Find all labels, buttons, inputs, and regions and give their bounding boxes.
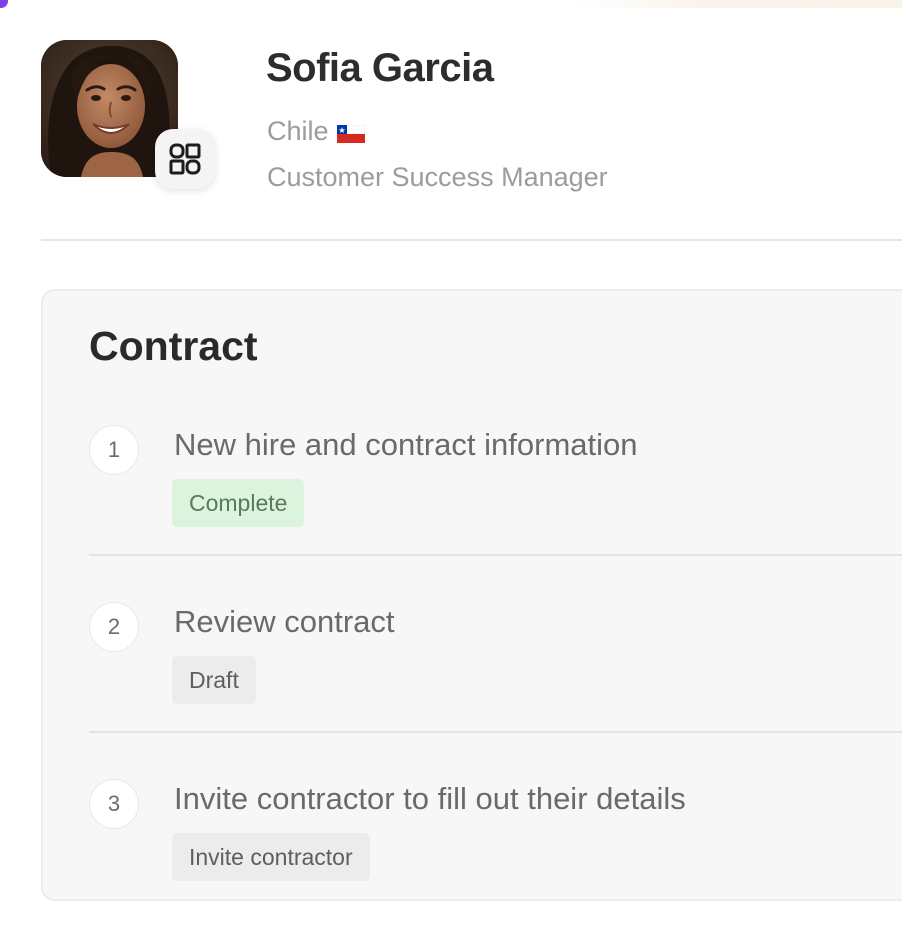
profile-job-title: Customer Success Manager [267,162,608,192]
step-divider [89,554,902,556]
step-title[interactable]: Review contract [174,604,395,640]
contract-card: Contract 1 New hire and contract informa… [41,289,902,901]
page: Sofia Garcia Chile Customer Success Mana… [0,0,902,942]
country-label: Chile [267,116,329,146]
status-badge: Complete [172,479,305,527]
contract-title: Contract [89,323,258,369]
invite-contractor-button[interactable]: Invite contractor [172,833,370,881]
contract-step[interactable]: 3 Invite contractor to fill out their de… [43,773,902,942]
step-number: 2 [89,602,139,652]
contract-step[interactable]: 1 New hire and contract information Comp… [43,419,902,589]
profile-header: Sofia Garcia Chile Customer Success Mana… [41,40,902,200]
step-number: 3 [89,779,139,829]
app-grid-icon [169,143,201,175]
step-number: 1 [89,425,139,475]
profile-name: Sofia Garcia [266,46,494,90]
step-title[interactable]: New hire and contract information [174,427,638,463]
corner-accent [0,0,8,8]
step-divider [89,731,902,733]
profile-country: Chile [267,116,365,147]
avatar-badge[interactable] [155,129,215,189]
step-title[interactable]: Invite contractor to fill out their deta… [174,781,686,817]
header-divider [41,239,902,241]
status-badge: Draft [172,656,256,704]
chile-flag-icon [336,119,365,143]
top-fade [570,0,902,8]
contract-step[interactable]: 2 Review contract Draft [43,596,902,766]
